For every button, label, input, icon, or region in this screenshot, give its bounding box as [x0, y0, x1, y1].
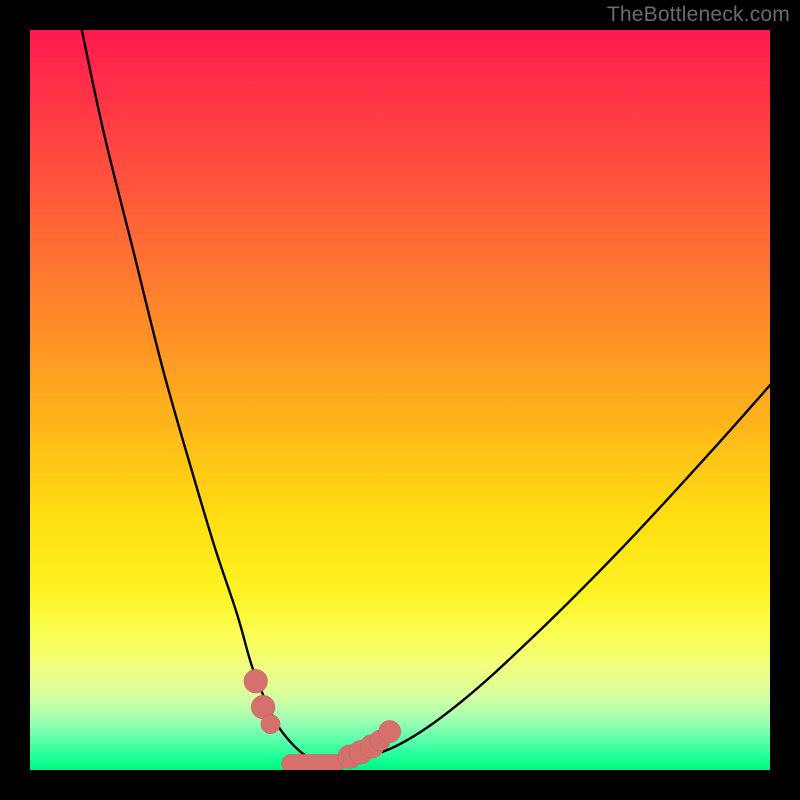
trough-marker [244, 669, 268, 693]
trough-bar [282, 754, 345, 770]
trough-marker [379, 720, 401, 742]
plot-area [30, 30, 770, 770]
chart-stage: TheBottleneck.com [0, 0, 800, 800]
trough-markers [244, 669, 401, 770]
watermark-text: TheBottleneck.com [607, 3, 790, 27]
curve-layer [30, 30, 770, 770]
trough-marker [261, 715, 280, 734]
bottleneck-curve [82, 30, 770, 763]
